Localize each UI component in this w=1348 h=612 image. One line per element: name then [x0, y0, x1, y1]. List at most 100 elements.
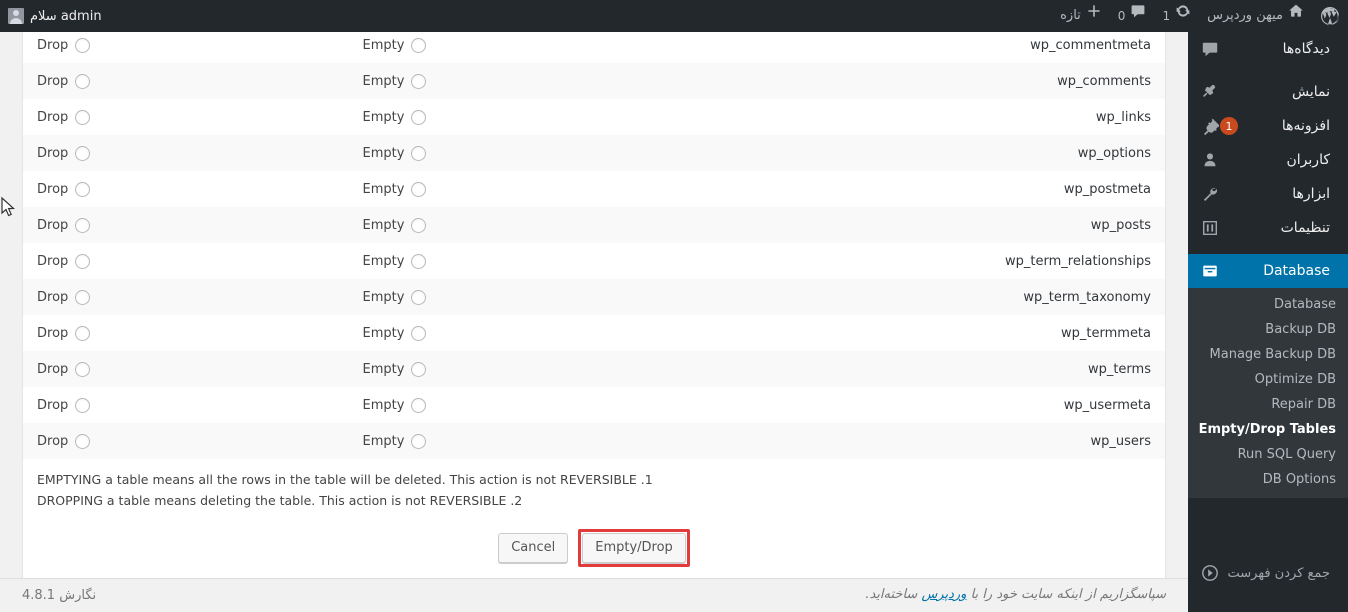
- drop-radio-option[interactable]: Drop: [37, 181, 91, 197]
- empty-radio-input[interactable]: [411, 181, 427, 197]
- home-icon: [1288, 0, 1304, 32]
- drop-radio-option[interactable]: Drop: [37, 397, 91, 413]
- cancel-button[interactable]: Cancel: [498, 533, 569, 563]
- wordpress-link[interactable]: وردپرس: [921, 587, 966, 602]
- drop-radio-option[interactable]: Drop: [37, 325, 91, 341]
- empty-radio-option[interactable]: Empty: [362, 217, 427, 233]
- empty-radio-input[interactable]: [411, 361, 427, 377]
- table-name-cell: wp_usermeta: [1063, 397, 1151, 413]
- submenu-item-empty-drop-tables[interactable]: Empty/Drop Tables: [1188, 417, 1348, 442]
- drop-radio-option[interactable]: Drop: [37, 217, 91, 233]
- drop-radio-input[interactable]: [75, 109, 91, 125]
- empty-radio-input[interactable]: [411, 289, 427, 305]
- drop-radio-input[interactable]: [75, 145, 91, 161]
- appearance-icon: [1200, 82, 1220, 102]
- empty-radio-option[interactable]: Empty: [362, 253, 427, 269]
- sidebar-item-database[interactable]: Database: [1180, 254, 1348, 288]
- admin-bar-right-group: میهن وردپرس 1 0 تازه: [1052, 0, 1348, 32]
- empty-option-cell: Empty: [348, 243, 673, 279]
- drop-option-label: Drop: [37, 433, 69, 449]
- sidebar-item-settings[interactable]: تنظیمات: [1188, 211, 1348, 245]
- updates-menu[interactable]: 1: [1154, 0, 1199, 32]
- submenu-item-manage-backup-db[interactable]: Manage Backup DB: [1188, 342, 1348, 367]
- database-submenu: Database Backup DB Manage Backup DB Opti…: [1188, 288, 1348, 498]
- empty-option-label: Empty: [362, 433, 405, 449]
- comments-menu[interactable]: 0: [1110, 0, 1155, 32]
- empty-radio-input[interactable]: [411, 73, 427, 89]
- content-area: wp_commentmeta Empty Drop wp_comments Empty D…: [0, 32, 1188, 612]
- drop-radio-option[interactable]: Drop: [37, 109, 91, 125]
- drop-radio-option[interactable]: Drop: [37, 37, 91, 53]
- drop-radio-input[interactable]: [75, 37, 91, 53]
- empty-radio-option[interactable]: Empty: [362, 325, 427, 341]
- drop-option-cell: Drop: [23, 135, 349, 171]
- submenu-item-backup-db[interactable]: Backup DB: [1188, 317, 1348, 342]
- sidebar-item-label: Database: [1263, 263, 1330, 279]
- drop-radio-input[interactable]: [75, 73, 91, 89]
- drop-radio-option[interactable]: Drop: [37, 289, 91, 305]
- empty-radio-input[interactable]: [411, 433, 427, 449]
- table-row: wp_commentmeta Empty Drop: [23, 32, 1165, 63]
- drop-radio-option[interactable]: Drop: [37, 361, 91, 377]
- drop-radio-option[interactable]: Drop: [37, 253, 91, 269]
- empty-radio-input[interactable]: [411, 37, 427, 53]
- comments-count: 0: [1117, 9, 1126, 23]
- collapse-menu-label: جمع کردن فهرست: [1227, 565, 1330, 581]
- plus-icon: [1086, 0, 1102, 32]
- submenu-item-run-sql-query[interactable]: Run SQL Query: [1188, 442, 1348, 467]
- drop-radio-input[interactable]: [75, 253, 91, 269]
- site-name-menu[interactable]: میهن وردپرس: [1199, 0, 1312, 32]
- drop-radio-input[interactable]: [75, 433, 91, 449]
- submenu-item-optimize-db[interactable]: Optimize DB: [1188, 367, 1348, 392]
- sidebar-item-appearance[interactable]: نمایش: [1188, 75, 1348, 109]
- empty-radio-option[interactable]: Empty: [362, 181, 427, 197]
- empty-radio-option[interactable]: Empty: [362, 433, 427, 449]
- drop-radio-option[interactable]: Drop: [37, 433, 91, 449]
- wp-logo-menu[interactable]: [1312, 0, 1348, 32]
- empty-radio-input[interactable]: [411, 217, 427, 233]
- empty-option-cell: Empty: [348, 171, 673, 207]
- drop-radio-option[interactable]: Drop: [37, 145, 91, 161]
- empty-radio-option[interactable]: Empty: [362, 397, 427, 413]
- table-name-cell: wp_commentmeta: [1030, 37, 1151, 53]
- empty-radio-input[interactable]: [411, 253, 427, 269]
- empty-option-cell: Empty: [348, 279, 674, 315]
- sidebar-item-comments[interactable]: دیدگاه‌ها: [1188, 32, 1348, 66]
- empty-option-label: Empty: [362, 361, 405, 377]
- empty-radio-option[interactable]: Empty: [362, 37, 427, 53]
- collapse-menu-button[interactable]: جمع کردن فهرست: [1188, 556, 1348, 590]
- empty-option-label: Empty: [362, 37, 405, 53]
- update-icon: [1175, 0, 1191, 32]
- drop-radio-option[interactable]: Drop: [37, 73, 91, 89]
- submenu-item-repair-db[interactable]: Repair DB: [1188, 392, 1348, 417]
- empty-radio-input[interactable]: [411, 109, 427, 125]
- empty-radio-input[interactable]: [411, 145, 427, 161]
- drop-radio-input[interactable]: [75, 361, 91, 377]
- admin-sidebar: دیدگاه‌ها نمایش 1 افزونه‌ها کاربران ابزا…: [1180, 32, 1348, 612]
- empty-drop-button[interactable]: Empty/Drop: [582, 533, 686, 563]
- empty-radio-input[interactable]: [411, 325, 427, 341]
- drop-radio-input[interactable]: [75, 217, 91, 233]
- empty-radio-option[interactable]: Empty: [362, 145, 427, 161]
- empty-option-label: Empty: [362, 217, 405, 233]
- sidebar-item-tools[interactable]: ابزارها: [1188, 177, 1348, 211]
- submenu-item-database[interactable]: Database: [1188, 292, 1348, 317]
- drop-option-label: Drop: [37, 289, 69, 305]
- table-row: wp_terms Empty Drop: [23, 351, 1165, 387]
- wordpress-logo-icon: [1320, 6, 1340, 26]
- empty-radio-option[interactable]: Empty: [362, 73, 427, 89]
- admin-bar-account-group[interactable]: سلام admin: [8, 0, 102, 32]
- new-content-menu[interactable]: تازه: [1052, 0, 1110, 32]
- submenu-item-db-options[interactable]: DB Options: [1188, 467, 1348, 492]
- empty-radio-input[interactable]: [411, 397, 427, 413]
- table-row: wp_postmeta Empty Drop: [23, 171, 1165, 207]
- drop-radio-input[interactable]: [75, 397, 91, 413]
- drop-radio-input[interactable]: [75, 181, 91, 197]
- empty-radio-option[interactable]: Empty: [362, 361, 427, 377]
- sidebar-item-users[interactable]: کاربران: [1188, 143, 1348, 177]
- sidebar-item-plugins[interactable]: 1 افزونه‌ها: [1188, 109, 1348, 143]
- empty-radio-option[interactable]: Empty: [362, 289, 427, 305]
- drop-radio-input[interactable]: [75, 289, 91, 305]
- empty-radio-option[interactable]: Empty: [362, 109, 427, 125]
- drop-radio-input[interactable]: [75, 325, 91, 341]
